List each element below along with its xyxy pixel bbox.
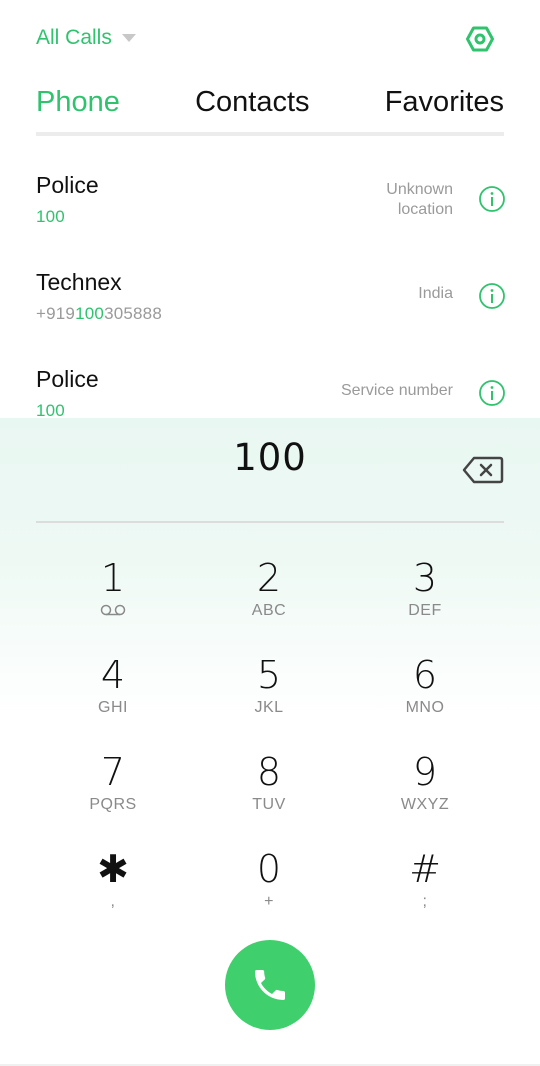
key-1[interactable]: 1 bbox=[43, 556, 183, 640]
tab-divider bbox=[36, 132, 504, 136]
key-digit: 9 bbox=[412, 750, 438, 794]
contact-name: Police bbox=[36, 366, 99, 392]
contact-name: Technex bbox=[36, 269, 122, 295]
key-7[interactable]: 7 PQRS bbox=[43, 750, 183, 834]
contact-location: Service number bbox=[340, 382, 453, 399]
key-letters: PQRS bbox=[89, 796, 137, 813]
dialpad-panel: 100 1 2 ABC 3 DEF 4 GHI 5 JKL 6 MNO 7 PQ… bbox=[0, 418, 540, 1066]
tab-phone[interactable]: Phone bbox=[36, 82, 120, 122]
key-digit: 1 bbox=[100, 556, 126, 600]
key-letters: JKL bbox=[254, 699, 284, 716]
call-button[interactable] bbox=[225, 940, 315, 1030]
key-letters: , bbox=[110, 893, 116, 910]
info-icon[interactable] bbox=[478, 282, 506, 310]
contact-number: +919100305888 bbox=[36, 304, 162, 323]
info-icon[interactable] bbox=[478, 379, 506, 407]
contact-number: 100 bbox=[36, 207, 65, 226]
key-letters: DEF bbox=[408, 602, 442, 619]
key-digit: 0 bbox=[256, 847, 282, 891]
call-filter-dropdown[interactable]: All Calls bbox=[36, 26, 136, 50]
key-digit: # bbox=[409, 847, 441, 891]
key-digit: ✱ bbox=[97, 847, 129, 891]
key-digit: 7 bbox=[100, 750, 126, 794]
key-9[interactable]: 9 WXYZ bbox=[355, 750, 495, 834]
key-digit: 5 bbox=[256, 653, 282, 697]
key-digit: 6 bbox=[412, 653, 438, 697]
contact-location: India bbox=[418, 285, 453, 302]
key-2[interactable]: 2 ABC bbox=[199, 556, 339, 640]
key-5[interactable]: 5 JKL bbox=[199, 653, 339, 737]
key-6[interactable]: 6 MNO bbox=[355, 653, 495, 737]
tab-bar: Phone Contacts Favorites bbox=[36, 82, 504, 122]
phone-icon bbox=[255, 970, 285, 1000]
voicemail-icon bbox=[100, 604, 126, 616]
key-hash[interactable]: # ; bbox=[355, 847, 495, 931]
key-letters: GHI bbox=[98, 699, 128, 716]
info-icon[interactable] bbox=[478, 185, 506, 213]
key-digit: 8 bbox=[256, 750, 282, 794]
chevron-down-icon bbox=[121, 34, 136, 42]
key-digit: 3 bbox=[412, 556, 438, 600]
call-filter-label: All Calls bbox=[36, 26, 112, 49]
backspace-icon[interactable] bbox=[462, 456, 504, 484]
contact-location: Unknown location bbox=[386, 181, 453, 218]
key-letters: WXYZ bbox=[400, 796, 450, 813]
key-letters: ; bbox=[422, 893, 428, 910]
key-4[interactable]: 4 GHI bbox=[43, 653, 183, 737]
key-3[interactable]: 3 DEF bbox=[355, 556, 495, 640]
key-0[interactable]: 0 + bbox=[199, 847, 339, 931]
settings-icon[interactable] bbox=[466, 26, 494, 52]
key-letters: TUV bbox=[252, 796, 286, 813]
key-letters: ABC bbox=[251, 602, 287, 619]
key-star[interactable]: ✱ , bbox=[43, 847, 183, 931]
entry-divider bbox=[36, 521, 504, 523]
list-item[interactable]: Police 100 Unknown location bbox=[0, 150, 540, 247]
key-digit: 4 bbox=[100, 653, 126, 697]
top-bar: All Calls bbox=[0, 0, 540, 70]
tab-contacts[interactable]: Contacts bbox=[195, 82, 309, 122]
search-results-list: Police 100 Unknown location Technex +919… bbox=[0, 150, 540, 441]
list-item[interactable]: Technex +919100305888 India bbox=[0, 247, 540, 344]
key-letters: MNO bbox=[405, 699, 445, 716]
dialed-number: 100 bbox=[233, 436, 307, 479]
key-8[interactable]: 8 TUV bbox=[199, 750, 339, 834]
contact-name: Police bbox=[36, 172, 99, 198]
key-digit: 2 bbox=[256, 556, 282, 600]
key-letters: + bbox=[264, 893, 274, 910]
tab-favorites[interactable]: Favorites bbox=[385, 82, 504, 122]
